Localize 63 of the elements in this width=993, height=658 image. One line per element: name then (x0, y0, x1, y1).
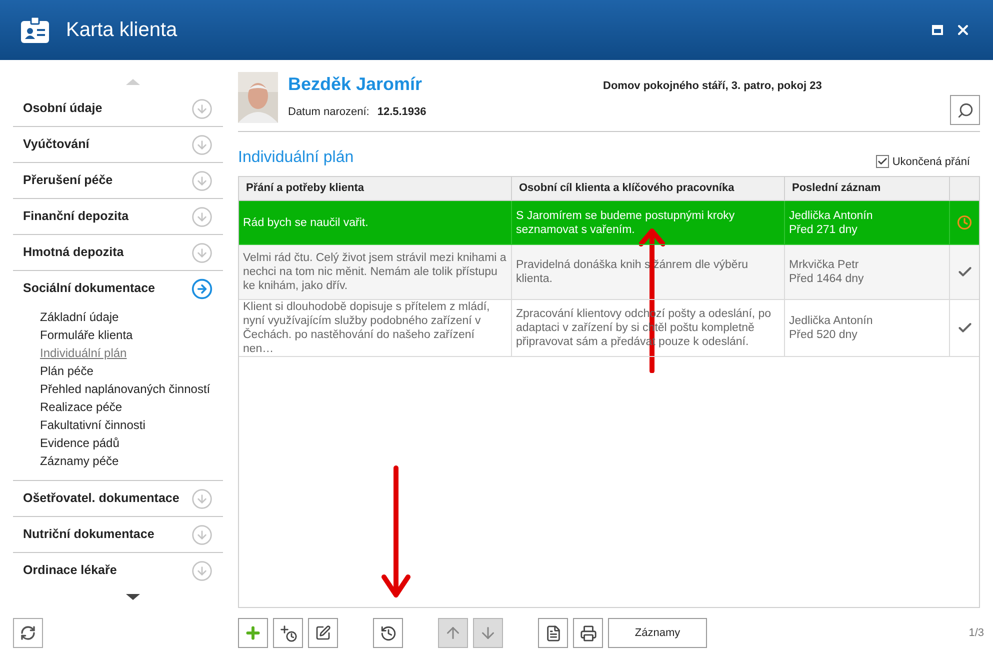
sidebar-item[interactable]: Fakultativní činnosti (40, 416, 146, 434)
records-button[interactable]: Záznamy (608, 618, 707, 648)
down-arrow-icon (479, 624, 497, 642)
sidebar-item[interactable]: Přehled naplánovaných činností (40, 380, 210, 398)
section-title: Individuální plán (238, 148, 354, 168)
printer-icon (580, 624, 596, 642)
arrow-circle-icon (191, 242, 213, 264)
arrow-circle-icon (191, 488, 213, 510)
edit-icon (315, 625, 331, 641)
toolbar-button[interactable] (373, 618, 403, 648)
sidebar-section[interactable]: Nutriční dokumentace (13, 517, 223, 552)
column-header: Přání a potřeby klienta (239, 177, 512, 200)
sidebar-section[interactable]: Hmotná depozita (13, 235, 223, 270)
search-button[interactable] (950, 95, 980, 125)
sidebar-section[interactable]: Vyúčtování (13, 127, 223, 162)
sidebar-item[interactable]: Záznamy péče (40, 452, 119, 470)
refresh-icon (20, 625, 36, 641)
arrow-circle-icon (191, 560, 213, 582)
toolbar-button[interactable] (573, 618, 603, 648)
column-header: Poslední záznam (785, 177, 950, 200)
birth-date: 12.5.1936 (377, 105, 426, 120)
toolbar-button[interactable] (538, 618, 568, 648)
arrow-circle-icon (191, 170, 213, 192)
search-icon (956, 102, 974, 118)
arrow-circle-icon (191, 278, 213, 300)
table-row[interactable] (239, 300, 979, 357)
sidebar-section[interactable]: Osobní údaje (13, 91, 223, 126)
sidebar-section[interactable]: Přerušení péče (13, 163, 223, 198)
toolbar-button[interactable] (273, 618, 303, 648)
table-cell: Jedlička Antonín Před 520 dny (785, 300, 950, 357)
sidebar-item[interactable]: Individuální plán (40, 344, 127, 362)
document-icon (544, 624, 562, 642)
client-name: Bezděk Jaromír (288, 73, 424, 96)
arrow-circle-icon (191, 206, 213, 228)
arrow-circle-icon (191, 134, 213, 156)
table-cell: Klient si dlouhodobě dopisuje s přítelem z mládí, nyní využívajícím služby podobného zařízení v Čechách. po nastěhování do našeho zařízení nen… (239, 300, 512, 357)
sidebar-item[interactable]: Základní údaje (40, 308, 119, 326)
sidebar-item[interactable]: Evidence pádů (40, 434, 120, 452)
finished-wishes-checkbox[interactable]: Ukončená přání (876, 154, 970, 170)
sidebar-section[interactable]: Ordinace lékaře (13, 553, 223, 588)
arrow-circle-icon (191, 98, 213, 120)
table-row[interactable] (239, 245, 979, 300)
toolbar-button[interactable] (308, 618, 338, 648)
plus-icon (244, 624, 262, 642)
id-card-icon (20, 16, 50, 44)
page-indicator: 1/3 (968, 626, 984, 641)
client-location: Domov pokojného stáří, 3. patro, pokoj 23 (603, 79, 822, 94)
sidebar-section[interactable]: Ošetřovatel. dokumentace (13, 481, 223, 516)
checkbox[interactable] (876, 155, 890, 168)
close-icon (955, 22, 971, 38)
sidebar-section[interactable]: Sociální dokumentace (13, 271, 223, 306)
arrow-circle-icon (191, 524, 213, 546)
column-header: Osobní cíl klienta a klíčového pracovníka (512, 177, 785, 200)
birth-date-label: Datum narození: (288, 105, 370, 120)
sidebar-item[interactable]: Formuláře klienta (40, 326, 133, 344)
sidebar-section[interactable]: Finanční depozita (13, 199, 223, 234)
sidebar-item[interactable]: Realizace péče (40, 398, 122, 416)
plus-clock-icon (279, 624, 297, 642)
scroll-down-icon[interactable] (126, 594, 140, 600)
refresh-button[interactable] (13, 618, 43, 648)
history-icon (380, 624, 396, 642)
sidebar-item[interactable]: Plán péče (40, 362, 94, 380)
window-title: Karta klienta (66, 18, 178, 43)
